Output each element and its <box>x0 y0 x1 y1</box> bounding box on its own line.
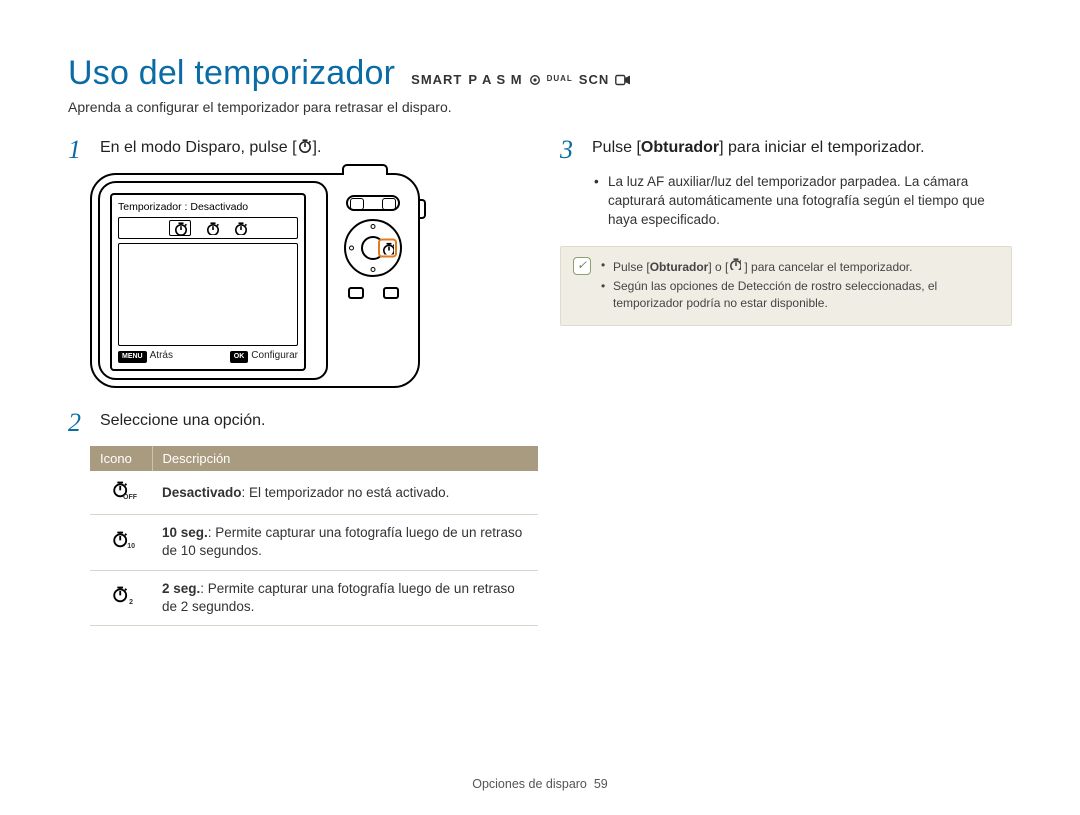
lcd-opt-10 <box>205 221 219 235</box>
row-desc: 2 seg.: Permite capturar una fotografía … <box>152 570 538 625</box>
camera-lcd: Temporizador : Desactivado MENUAtrás OKC… <box>110 193 306 371</box>
row-icon-2: 2 <box>90 570 152 625</box>
step-number: 3 <box>560 137 582 163</box>
lcd-opt-2 <box>233 221 247 235</box>
aux-buttons <box>338 287 408 299</box>
row-desc: 10 seg.: Permite capturar una fotografía… <box>152 515 538 570</box>
table-row: 2 2 seg.: Permite capturar una fotografí… <box>90 570 538 625</box>
step-3-details: La luz AF auxiliar/luz del temporizador … <box>594 173 1012 230</box>
mode-scn: SCN <box>579 72 609 87</box>
step-1: 1 En el modo Disparo, pulse []. <box>68 137 520 163</box>
left-column: 1 En el modo Disparo, pulse []. Temporiz… <box>68 137 520 626</box>
aperture-icon <box>529 74 541 86</box>
lcd-opt-off-selected <box>169 220 191 236</box>
lcd-ok: OKConfigurar <box>230 350 298 363</box>
lcd-option-bar <box>118 217 298 239</box>
right-column: 3 Pulse [Obturador] para iniciar el temp… <box>560 137 1012 626</box>
table-row: OFF Desactivado: El temporizador no está… <box>90 471 538 515</box>
camera-controls <box>338 195 408 368</box>
row-icon-off: OFF <box>90 471 152 515</box>
lcd-footer: MENUAtrás OKConfigurar <box>118 350 298 363</box>
page-header: Uso del temporizador SMART P A S M DUAL … <box>68 54 1012 93</box>
note-icon: ✓ <box>573 257 591 275</box>
camera-illustration: Temporizador : Desactivado MENUAtrás OKC… <box>90 173 420 388</box>
row-desc: Desactivado: El temporizador no está act… <box>152 471 538 515</box>
camera-strap <box>418 199 426 219</box>
timer-icon <box>728 257 744 273</box>
timer-icon <box>297 138 313 154</box>
table-row: 10 10 seg.: Permite capturar una fotogra… <box>90 515 538 570</box>
step-1-text: En el modo Disparo, pulse []. <box>100 137 321 163</box>
dpad-right-timer-highlight <box>378 239 397 258</box>
step-number: 2 <box>68 410 90 436</box>
th-icon: Icono <box>90 446 152 471</box>
lcd-back: MENUAtrás <box>118 350 173 363</box>
step-2-text: Seleccione una opción. <box>100 410 265 436</box>
mode-dual: DUAL <box>547 74 573 83</box>
options-table: Icono Descripción OFF Desactivado: El te… <box>90 446 538 626</box>
step-3: 3 Pulse [Obturador] para iniciar el temp… <box>560 137 1012 163</box>
row-icon-10: 10 <box>90 515 152 570</box>
step-number: 1 <box>68 137 90 163</box>
camera-shutter <box>342 164 388 175</box>
timer-icon <box>381 242 394 255</box>
page-footer: Opciones de disparo 59 <box>0 777 1080 791</box>
mode-strip: SMART P A S M DUAL SCN <box>411 72 631 87</box>
step-2: 2 Seleccione una opción. <box>68 410 520 436</box>
page-subtitle: Aprenda a configurar el temporizador par… <box>68 99 1012 115</box>
th-desc: Descripción <box>152 446 538 471</box>
mode-letters: P A S M <box>468 72 522 87</box>
dpad <box>344 219 402 277</box>
detail-bullet: La luz AF auxiliar/luz del temporizador … <box>594 173 1012 230</box>
page-title: Uso del temporizador <box>68 54 395 93</box>
lcd-title: Temporizador : Desactivado <box>118 201 298 213</box>
movie-icon <box>615 74 631 86</box>
tip-line: Según las opciones de Detección de rostr… <box>601 278 999 313</box>
step-3-text: Pulse [Obturador] para iniciar el tempor… <box>592 137 925 163</box>
lcd-preview <box>118 243 298 346</box>
tip-line: Pulse [Obturador] o [] para cancelar el … <box>601 257 999 276</box>
mode-smart: SMART <box>411 72 462 87</box>
zoom-rocker <box>346 195 400 211</box>
tip-box: ✓ Pulse [Obturador] o [] para cancelar e… <box>560 246 1012 326</box>
